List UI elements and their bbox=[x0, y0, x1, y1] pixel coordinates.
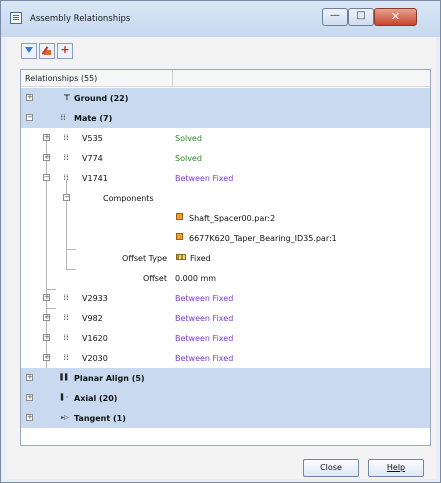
tree-row-v2933[interactable]: + ⁞⁞ V2933 Between Fixed bbox=[21, 288, 430, 308]
expand-mate-toggle[interactable]: − bbox=[26, 114, 33, 121]
mate-icon: ⁞⁞ bbox=[63, 153, 69, 162]
relationships-tree[interactable]: Relationships (55) + ⊤ Ground (22) − ⁞⁞ bbox=[20, 69, 431, 446]
assembly-relationships-window: Assembly Relationships — □ ✕ + Relations… bbox=[0, 0, 441, 483]
help-button-label: Help bbox=[386, 463, 406, 472]
tree-row-tangent[interactable]: + ▸▷ Tangent (1) bbox=[21, 408, 430, 428]
expand-v535-toggle[interactable]: + bbox=[43, 134, 50, 141]
tree-row-component[interactable]: Shaft_Spacer00.par:2 bbox=[21, 208, 430, 228]
tree-row-planar-align[interactable]: + ▌▌ Planar Align (5) bbox=[21, 368, 430, 388]
tree-row-v982[interactable]: + ⁞⁞ V982 Between Fixed bbox=[21, 308, 430, 328]
close-button[interactable]: Close bbox=[303, 459, 359, 477]
status-text: Between Fixed bbox=[175, 354, 234, 363]
expand-v1741-toggle[interactable]: − bbox=[43, 174, 50, 181]
axial-icon: ▌◦ bbox=[60, 394, 70, 401]
tree-row-v1741[interactable]: − ⁞⁞ V1741 Between Fixed bbox=[21, 168, 430, 188]
maximize-button[interactable]: □ bbox=[348, 8, 374, 26]
tree-row-axial[interactable]: + ▌◦ Axial (20) bbox=[21, 388, 430, 408]
relationship-name: V1620 bbox=[82, 334, 108, 343]
window-title: Assembly Relationships bbox=[30, 14, 131, 24]
add-button[interactable]: + bbox=[57, 43, 73, 59]
status-text: Solved bbox=[175, 154, 202, 163]
relationships-count-header: Relationships (55) bbox=[25, 74, 98, 83]
dialog-body: + Relationships (55) + ⊤ Ground (22) − ⁞… bbox=[7, 37, 436, 479]
close-icon: ✕ bbox=[390, 10, 401, 23]
window-app-icon bbox=[10, 12, 22, 24]
axial-label: Axial (20) bbox=[74, 394, 118, 403]
expand-axial-toggle[interactable]: + bbox=[26, 394, 33, 401]
header-column-divider bbox=[172, 70, 173, 86]
fixed-icon bbox=[176, 254, 186, 260]
maximize-icon: □ bbox=[356, 10, 366, 21]
tree-row-v2030[interactable]: + ⁞⁞ V2030 Between Fixed bbox=[21, 348, 430, 368]
expand-ground-toggle[interactable]: + bbox=[26, 94, 33, 101]
part-icon bbox=[176, 233, 183, 240]
minimize-button[interactable]: — bbox=[322, 8, 348, 26]
tree-row-mate[interactable]: − ⁞⁞ Mate (7) bbox=[21, 108, 430, 128]
status-text: Between Fixed bbox=[175, 334, 234, 343]
ground-label: Ground (22) bbox=[74, 94, 129, 103]
title-bar[interactable]: Assembly Relationships — □ ✕ bbox=[1, 1, 440, 37]
offset-label: Offset bbox=[142, 274, 167, 283]
expand-v982-toggle[interactable]: + bbox=[43, 314, 50, 321]
components-label: Components bbox=[103, 194, 154, 203]
help-button[interactable]: Help bbox=[368, 459, 424, 477]
expand-tangent-toggle[interactable]: + bbox=[26, 414, 33, 421]
status-text: Between Fixed bbox=[175, 314, 234, 323]
relationship-name: V2030 bbox=[82, 354, 108, 363]
relationship-name: V982 bbox=[82, 314, 103, 323]
expand-v1620-toggle[interactable]: + bbox=[43, 334, 50, 341]
status-text: Between Fixed bbox=[175, 294, 234, 303]
mate-icon: ⁞⁞ bbox=[63, 313, 69, 322]
offset-type-label: Offset Type bbox=[122, 254, 167, 263]
expand-v774-toggle[interactable]: + bbox=[43, 154, 50, 161]
status-text: Between Fixed bbox=[175, 174, 234, 183]
planar-align-label: Planar Align (5) bbox=[74, 374, 145, 383]
expand-components-toggle[interactable]: − bbox=[63, 194, 70, 201]
tree-header: Relationships (55) bbox=[21, 70, 430, 87]
tangent-label: Tangent (1) bbox=[74, 414, 126, 423]
mate-icon: ⁞⁞ bbox=[63, 133, 69, 142]
minimize-icon: — bbox=[330, 10, 340, 21]
tree-row-v1620[interactable]: + ⁞⁞ V1620 Between Fixed bbox=[21, 328, 430, 348]
mate-icon: ⁞⁞ bbox=[63, 333, 69, 342]
tree-row-ground[interactable]: + ⊤ Ground (22) bbox=[21, 88, 430, 108]
tree-row-offset[interactable]: Offset 0.000 mm bbox=[21, 268, 430, 288]
part-icon bbox=[176, 213, 183, 220]
relationship-name: V774 bbox=[82, 154, 103, 163]
mate-icon: ⁞⁞ bbox=[63, 293, 69, 302]
tangent-icon: ▸▷ bbox=[61, 414, 69, 421]
expand-v2933-toggle[interactable]: + bbox=[43, 294, 50, 301]
status-text: Solved bbox=[175, 134, 202, 143]
mate-icon: ⁞⁞ bbox=[60, 113, 66, 122]
relationship-name: V1741 bbox=[82, 174, 108, 183]
offset-value[interactable]: 0.000 mm bbox=[175, 274, 216, 283]
component-name: 6677K620_Taper_Bearing_ID35.par:1 bbox=[189, 234, 337, 243]
filter-button[interactable] bbox=[21, 43, 37, 59]
add-icon: + bbox=[60, 43, 70, 56]
expand-planar-align-toggle[interactable]: + bbox=[26, 374, 33, 381]
component-name: Shaft_Spacer00.par:2 bbox=[189, 214, 276, 223]
mate-label: Mate (7) bbox=[74, 114, 113, 123]
relationship-name: V535 bbox=[82, 134, 103, 143]
close-window-button[interactable]: ✕ bbox=[374, 8, 417, 26]
ground-icon: ⊤ bbox=[63, 93, 71, 102]
planar-align-icon: ▌▌ bbox=[60, 374, 70, 381]
tree-row-component[interactable]: 6677K620_Taper_Bearing_ID35.par:1 bbox=[21, 228, 430, 248]
expand-v2030-toggle[interactable]: + bbox=[43, 354, 50, 361]
relationship-name: V2933 bbox=[82, 294, 108, 303]
mate-icon: ⁞⁞ bbox=[63, 173, 69, 182]
edit-relationship-button[interactable] bbox=[39, 43, 55, 59]
offset-type-value[interactable]: Fixed bbox=[190, 254, 211, 263]
tree-row-components[interactable]: − Components bbox=[21, 188, 430, 208]
tree-row-v774[interactable]: + ⁞⁞ V774 Solved bbox=[21, 148, 430, 168]
tree-row-offset-type[interactable]: Offset Type Fixed bbox=[21, 248, 430, 268]
mate-icon: ⁞⁞ bbox=[63, 353, 69, 362]
tree-row-v535[interactable]: + ⁞⁞ V535 Solved bbox=[21, 128, 430, 148]
